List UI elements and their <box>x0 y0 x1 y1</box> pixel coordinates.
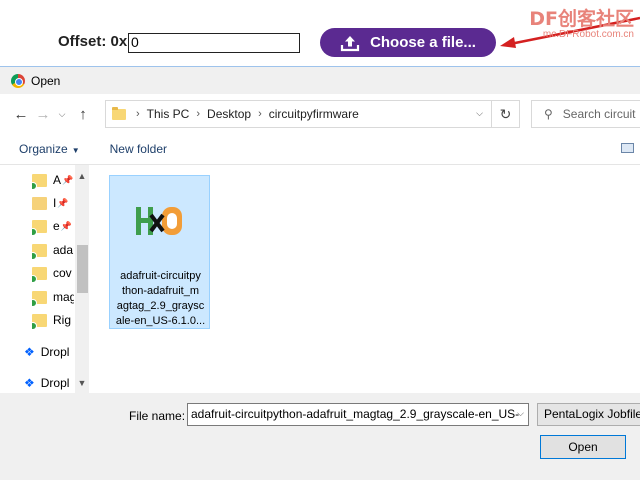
nav-item[interactable]: e 📌 <box>32 216 74 236</box>
navigation-bar: ← → ⌵ ↑ › This PC › Desktop › circuitpyf… <box>0 94 640 134</box>
file-name-value: adafruit-circuitpython-adafruit_magtag_2… <box>191 407 520 421</box>
folder-icon <box>32 173 47 190</box>
nav-item[interactable]: cov <box>32 263 74 283</box>
forward-arrow-icon[interactable]: → <box>32 106 54 123</box>
pin-icon: 📌 <box>62 174 74 185</box>
organize-button[interactable]: Organize ▼ <box>19 142 80 156</box>
nav-item-label: ada <box>53 243 74 257</box>
dialog-titlebar: Open <box>0 67 640 94</box>
file-name-line: agtag_2.9_graysc <box>116 300 205 312</box>
command-toolbar: Organize ▼ New folder <box>0 134 640 164</box>
address-bar[interactable]: › This PC › Desktop › circuitpyfirmware … <box>105 100 492 128</box>
nav-item-label: Rig <box>53 313 72 327</box>
watermark-logo: DF创客社区 <box>529 8 634 30</box>
nav-item[interactable]: ada <box>32 240 74 260</box>
nav-item-label: Dropl <box>40 345 70 359</box>
offset-label: Offset: 0x <box>58 33 128 50</box>
folder-icon <box>32 313 47 330</box>
search-placeholder: Search circuit <box>562 107 636 121</box>
choose-file-label: Choose a file... <box>370 34 476 51</box>
address-dropdown-icon[interactable]: ⌵ <box>476 108 483 119</box>
sync-check-icon <box>32 181 37 190</box>
nav-item-label: e <box>53 219 60 233</box>
nav-item-label: cov <box>53 266 72 280</box>
choose-file-button[interactable]: Choose a file... <box>320 28 496 57</box>
nav-item[interactable]: I 📌 <box>32 193 74 213</box>
chrome-icon <box>11 73 25 88</box>
folder-icon <box>32 266 47 283</box>
file-name-line: adafruit-circuitpy <box>120 270 201 282</box>
folder-icon <box>32 290 47 307</box>
scroll-down-icon[interactable]: ▼ <box>75 376 89 390</box>
folder-icon <box>32 243 47 260</box>
refresh-button[interactable]: ↻ <box>492 100 520 128</box>
open-dialog: Open ← → ⌵ ↑ › This PC › Desktop › circu… <box>0 66 640 480</box>
refresh-icon: ↻ <box>499 105 512 122</box>
file-type-select[interactable]: PentaLogix Jobfile <box>537 403 640 426</box>
nav-item-label: A <box>53 173 62 187</box>
scroll-up-icon[interactable]: ▲ <box>75 169 89 183</box>
dropbox-icon: ❖ <box>24 376 35 390</box>
open-button[interactable]: Open <box>540 435 626 459</box>
pin-icon: 📌 <box>60 220 72 231</box>
breadcrumb-sep-icon[interactable]: › <box>136 108 140 120</box>
file-name-input[interactable]: adafruit-circuitpython-adafruit_magtag_2… <box>187 403 529 426</box>
sync-check-icon <box>32 321 37 330</box>
hxd-icon <box>136 207 182 235</box>
upload-icon <box>340 35 360 51</box>
nav-item[interactable]: A 📌 <box>32 170 74 190</box>
folder-icon <box>32 219 47 236</box>
file-name-line: ale-en_US-6.1.0... <box>115 315 206 327</box>
breadcrumb-this-pc[interactable]: This PC <box>147 107 190 121</box>
nav-pane-scrollbar[interactable]: ▲ ▼ <box>75 165 89 394</box>
breadcrumb-circuitpyfirmware[interactable]: circuitpyfirmware <box>269 107 359 121</box>
search-icon: ⚲ <box>544 107 553 121</box>
nav-item-label: Dropl <box>40 376 70 390</box>
breadcrumb-desktop[interactable]: Desktop <box>207 107 251 121</box>
browser-body: A 📌 I 📌 e 📌 ada cov mag Rig ❖ Dropl ❖ Dr… <box>0 164 640 394</box>
watermark: DF创客社区 mc.DFRobot.com.cn <box>529 4 634 40</box>
nav-item-label: mag <box>53 290 74 304</box>
sync-check-icon <box>32 227 37 236</box>
dialog-title: Open <box>31 73 61 88</box>
scroll-thumb[interactable] <box>77 245 88 293</box>
file-name-line: thon-adafruit_m <box>121 285 200 297</box>
watermark-url: mc.DFRobot.com.cn <box>542 29 634 40</box>
folder-icon <box>32 196 47 210</box>
file-name-label: adafruit-circuitpy thon-adafruit_m agtag… <box>113 269 208 329</box>
back-arrow-icon[interactable]: ← <box>10 106 32 123</box>
breadcrumb-sep-icon[interactable]: › <box>258 108 262 120</box>
dropbox-icon: ❖ <box>24 345 35 359</box>
dialog-footer: File name: adafruit-circuitpython-adafru… <box>0 393 640 480</box>
nav-item[interactable]: Rig <box>32 310 74 330</box>
nav-item-dropbox[interactable]: ❖ Dropl <box>24 342 76 362</box>
folder-icon <box>112 106 126 120</box>
sync-check-icon <box>32 274 37 283</box>
sync-check-icon <box>32 298 37 307</box>
new-folder-button[interactable]: New folder <box>110 142 167 156</box>
file-name-dropdown-icon[interactable]: ⌵ <box>517 408 524 419</box>
pin-icon: 📌 <box>57 197 69 208</box>
offset-input[interactable]: 0 <box>128 33 300 53</box>
nav-item[interactable]: mag <box>32 287 74 307</box>
sync-check-icon <box>32 251 37 260</box>
navigation-pane: A 📌 I 📌 e 📌 ada cov mag Rig ❖ Dropl ❖ Dr… <box>0 165 91 394</box>
recent-locations-chevron-icon[interactable]: ⌵ <box>54 109 70 120</box>
up-arrow-icon[interactable]: ↑ <box>72 106 94 123</box>
breadcrumb-sep-icon[interactable]: › <box>196 108 200 120</box>
file-item[interactable]: adafruit-circuitpy thon-adafruit_m agtag… <box>109 175 210 329</box>
organize-label: Organize <box>19 142 68 156</box>
nav-item-dropbox[interactable]: ❖ Dropl <box>24 373 76 393</box>
file-name-field-label: File name: <box>129 409 186 423</box>
caret-down-icon: ▼ <box>71 146 80 155</box>
search-input[interactable]: ⚲ Search circuit <box>531 100 640 128</box>
nav-item-label: I <box>53 196 57 210</box>
view-options-icon[interactable] <box>621 143 634 153</box>
